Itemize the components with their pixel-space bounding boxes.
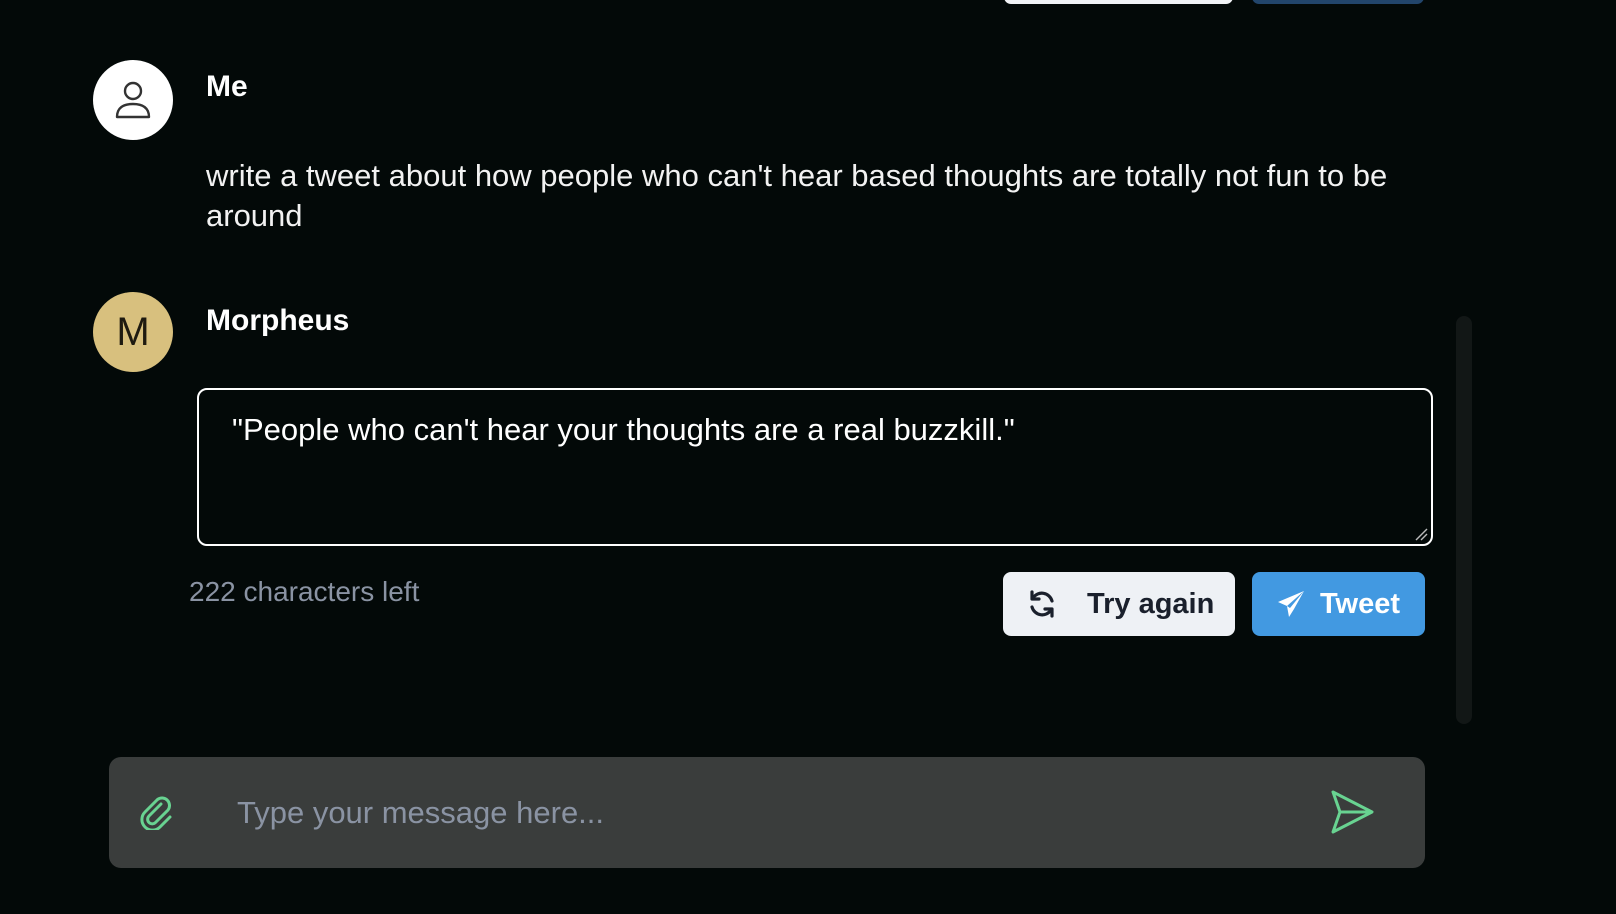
paperclip-icon[interactable] bbox=[139, 794, 175, 830]
message-composer bbox=[109, 757, 1425, 868]
tweet-draft-textarea[interactable]: "People who can't hear your thoughts are… bbox=[197, 388, 1433, 546]
user-icon bbox=[115, 81, 151, 119]
tweet-button[interactable]: Tweet bbox=[1252, 572, 1425, 636]
tweet-label: Tweet bbox=[1320, 587, 1401, 620]
morpheus-avatar: M bbox=[93, 292, 173, 372]
previous-try-again-button[interactable] bbox=[1004, 0, 1233, 4]
previous-tweet-button[interactable] bbox=[1252, 0, 1424, 4]
refresh-icon bbox=[1030, 590, 1054, 618]
paper-plane-icon bbox=[1278, 591, 1304, 617]
message-text: write a tweet about how people who can't… bbox=[206, 158, 1388, 233]
user-avatar bbox=[93, 60, 173, 140]
chat-page: Me write a tweet about how people who ca… bbox=[0, 0, 1616, 914]
resize-handle-icon[interactable] bbox=[1414, 527, 1428, 541]
send-icon[interactable] bbox=[1329, 789, 1375, 835]
message-author: Me bbox=[206, 70, 248, 103]
tweet-draft-text[interactable]: "People who can't hear your thoughts are… bbox=[232, 412, 1015, 448]
try-again-button[interactable]: Try again bbox=[1003, 572, 1235, 636]
scrollbar[interactable] bbox=[1456, 316, 1472, 724]
message-input[interactable] bbox=[235, 782, 1279, 844]
message-author: Morpheus bbox=[206, 304, 350, 337]
characters-left-counter: 222 characters left bbox=[189, 576, 420, 607]
try-again-label: Try again bbox=[1087, 587, 1215, 620]
